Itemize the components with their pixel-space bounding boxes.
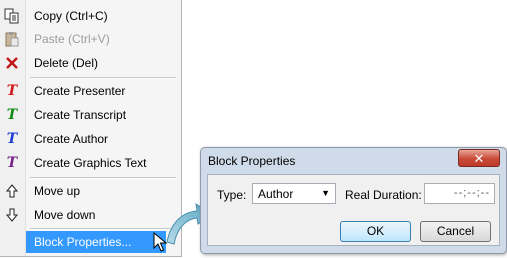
delete-icon <box>4 55 20 71</box>
paste-icon <box>4 31 20 47</box>
context-menu: Copy (Ctrl+C) Paste (Ctrl+V) Delete (Del… <box>0 0 182 257</box>
menu-item-label: Copy (Ctrl+C) <box>34 9 108 23</box>
chevron-down-icon: ▼ <box>321 188 330 198</box>
dialog-body: Type: Author ▼ Real Duration: --;--;-- O… <box>207 174 500 246</box>
menu-item-label: Block Properties... <box>34 235 132 249</box>
close-icon: ✕ <box>473 151 485 166</box>
menu-item-create-graphics-text[interactable]: T Create Graphics Text <box>0 152 181 174</box>
dialog-title: Block Properties <box>208 154 296 168</box>
menu-separator <box>30 228 176 230</box>
menu-item-create-presenter[interactable]: T Create Presenter <box>0 80 181 102</box>
real-duration-field[interactable]: --;--;-- <box>424 183 495 204</box>
menu-separator <box>30 77 176 79</box>
t-red-icon: T <box>6 83 18 99</box>
menu-item-move-down[interactable]: Move down <box>0 204 181 226</box>
t-green-icon: T <box>6 107 18 123</box>
menu-item-label: Create Graphics Text <box>34 156 147 170</box>
menu-item-label: Create Presenter <box>34 84 126 98</box>
block-properties-dialog: Block Properties ✕ Type: Author ▼ Real D… <box>200 147 507 254</box>
menu-item-label: Delete (Del) <box>34 56 99 70</box>
real-duration-label: Real Duration: <box>345 188 422 202</box>
t-purple-icon: T <box>6 155 18 171</box>
menu-item-block-properties[interactable]: Block Properties... <box>26 231 166 253</box>
menu-item-label: Create Transcript <box>34 108 127 122</box>
menu-item-create-author[interactable]: T Create Author <box>0 128 181 150</box>
arrow-up-icon <box>4 183 20 199</box>
menu-item-copy[interactable]: Copy (Ctrl+C) <box>0 5 181 27</box>
type-select[interactable]: Author ▼ <box>252 183 336 204</box>
type-label: Type: <box>217 188 247 202</box>
menu-item-create-transcript[interactable]: T Create Transcript <box>0 104 181 126</box>
menu-item-move-up[interactable]: Move up <box>0 180 181 202</box>
menu-item-label: Move up <box>34 184 81 198</box>
menu-item-label: Create Author <box>34 132 109 146</box>
real-duration-value: --;--;-- <box>453 187 490 199</box>
menu-item-delete[interactable]: Delete (Del) <box>0 52 181 74</box>
cancel-button[interactable]: Cancel <box>420 221 491 242</box>
arrow-down-icon <box>4 207 20 223</box>
t-blue-icon: T <box>6 131 18 147</box>
copy-icon <box>4 8 20 24</box>
menu-item-paste[interactable]: Paste (Ctrl+V) <box>0 28 181 50</box>
close-button[interactable]: ✕ <box>458 149 500 167</box>
menu-item-label: Paste (Ctrl+V) <box>34 32 110 46</box>
type-select-value: Author <box>258 187 294 201</box>
ok-button[interactable]: OK <box>340 221 411 242</box>
menu-separator <box>30 177 176 179</box>
menu-item-label: Move down <box>34 208 96 222</box>
